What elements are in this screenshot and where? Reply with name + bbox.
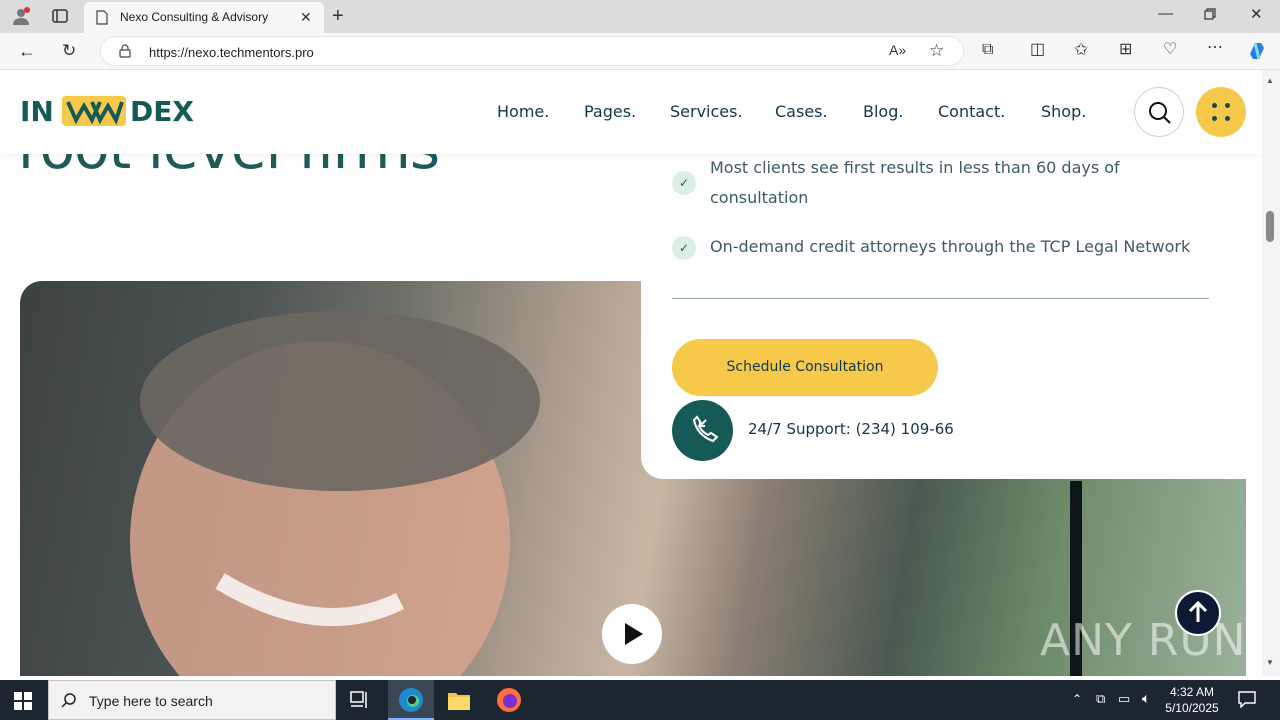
refresh-icon[interactable]: ↻	[62, 42, 76, 59]
new-tab-icon[interactable]: +	[332, 6, 344, 26]
scroll-to-top-button[interactable]	[1175, 590, 1221, 636]
nav-contact[interactable]: Contact.	[938, 102, 1005, 121]
phone-icon[interactable]	[672, 400, 733, 461]
nav-home[interactable]: Home.	[497, 102, 549, 121]
logo-mark	[62, 96, 126, 126]
extensions-icon[interactable]: ⧉	[982, 42, 993, 58]
address-bar[interactable]: https://nexo.techmentors.pro A» ☆	[100, 36, 964, 66]
menu-dot	[1225, 116, 1230, 121]
close-window-icon[interactable]: ✕	[1250, 7, 1263, 22]
file-explorer-icon[interactable]	[447, 689, 471, 716]
nav-cases[interactable]: Cases.	[775, 102, 828, 121]
search-icon	[1149, 102, 1171, 124]
favorite-star-icon[interactable]: ☆	[929, 42, 944, 59]
favorites-icon[interactable]: ✩	[1074, 41, 1088, 58]
clock-date: 5/10/2025	[1165, 701, 1219, 715]
nav-blog[interactable]: Blog.	[863, 102, 903, 121]
scroll-down-arrow-icon[interactable]: ▼	[1266, 658, 1274, 667]
nav-pages[interactable]: Pages.	[584, 102, 636, 121]
windows-taskbar: Type here to search ⌃ ⧉ ▭ 🔈︎ 4:32 AM 5/1…	[0, 680, 1280, 720]
menu-dot	[1212, 116, 1217, 121]
browser-tab-bar: Nexo Consulting & Advisory ✕ + — ✕	[0, 0, 1280, 33]
support-phone[interactable]: 24/7 Support: (234) 109-66	[748, 420, 954, 438]
check-icon: ✓	[672, 236, 696, 260]
taskbar-search-placeholder: Type here to search	[89, 693, 213, 709]
ethernet-icon[interactable]: ▭	[1118, 691, 1130, 707]
site-header: IN DEX Home. Pages. Services. Cases. Blo…	[0, 70, 1262, 154]
url-text: https://nexo.techmentors.pro	[149, 45, 314, 60]
scrollbar-thumb[interactable]	[1266, 211, 1274, 242]
menu-grid-button[interactable]	[1196, 87, 1246, 137]
scroll-up-arrow-icon[interactable]: ▲	[1266, 76, 1274, 85]
tab-title: Nexo Consulting & Advisory	[120, 10, 269, 24]
play-video-button[interactable]	[602, 604, 662, 664]
nav-shop[interactable]: Shop.	[1041, 102, 1086, 121]
minimize-icon[interactable]: —	[1158, 6, 1173, 21]
page-scrollbar[interactable]: ▲ ▼	[1262, 70, 1280, 676]
system-clock[interactable]: 4:32 AM 5/10/2025	[1160, 684, 1224, 716]
nav-services[interactable]: Services.	[670, 102, 743, 121]
edge-taskbar-icon[interactable]	[388, 680, 434, 720]
more-menu-icon[interactable]: ⋯	[1207, 40, 1223, 56]
browser-tab[interactable]: Nexo Consulting & Advisory ✕	[84, 2, 324, 33]
schedule-consultation-button[interactable]: Schedule Consultation	[672, 339, 938, 396]
profile-icon[interactable]	[12, 7, 30, 28]
back-icon[interactable]: ←	[18, 42, 36, 60]
menu-dot	[1212, 103, 1217, 108]
page-viewport: root level firms ✓ Most clients see firs…	[0, 70, 1262, 676]
address-toolbar: ← ↻ https://nexo.techmentors.pro A» ☆ ⧉ …	[0, 33, 1280, 70]
collections-icon[interactable]: ⊞	[1119, 42, 1132, 58]
read-aloud-icon[interactable]: A»	[889, 43, 906, 57]
performance-icon[interactable]: ♡	[1163, 42, 1177, 58]
feature-item: Most clients see first results in less t…	[710, 158, 1120, 207]
divider	[672, 298, 1209, 299]
task-view-icon[interactable]	[350, 691, 370, 714]
restore-icon[interactable]	[1204, 8, 1216, 23]
lock-icon[interactable]	[119, 44, 131, 61]
volume-icon[interactable]: 🔈︎	[1142, 690, 1150, 707]
close-tab-icon[interactable]: ✕	[300, 10, 312, 24]
windows-logo-icon	[14, 692, 32, 710]
copilot-icon[interactable]	[1246, 40, 1268, 65]
tab-actions-icon[interactable]	[52, 8, 68, 27]
feature-item: On-demand credit attorneys through the T…	[710, 237, 1191, 256]
start-button[interactable]	[14, 692, 32, 715]
split-screen-icon[interactable]: ◫	[1030, 42, 1045, 58]
search-icon	[61, 692, 77, 711]
page-icon	[96, 10, 108, 28]
taskbar-search[interactable]: Type here to search	[48, 680, 336, 720]
menu-dot	[1225, 103, 1230, 108]
clock-time: 4:32 AM	[1169, 685, 1215, 699]
show-hidden-icons-icon[interactable]: ⌃	[1072, 692, 1082, 706]
network-icon[interactable]: ⧉	[1096, 691, 1105, 707]
notifications-icon[interactable]	[1238, 690, 1256, 713]
site-logo[interactable]: IN DEX	[20, 95, 220, 128]
search-button[interactable]	[1134, 87, 1184, 137]
check-icon: ✓	[672, 171, 696, 195]
firefox-icon[interactable]	[496, 687, 522, 718]
